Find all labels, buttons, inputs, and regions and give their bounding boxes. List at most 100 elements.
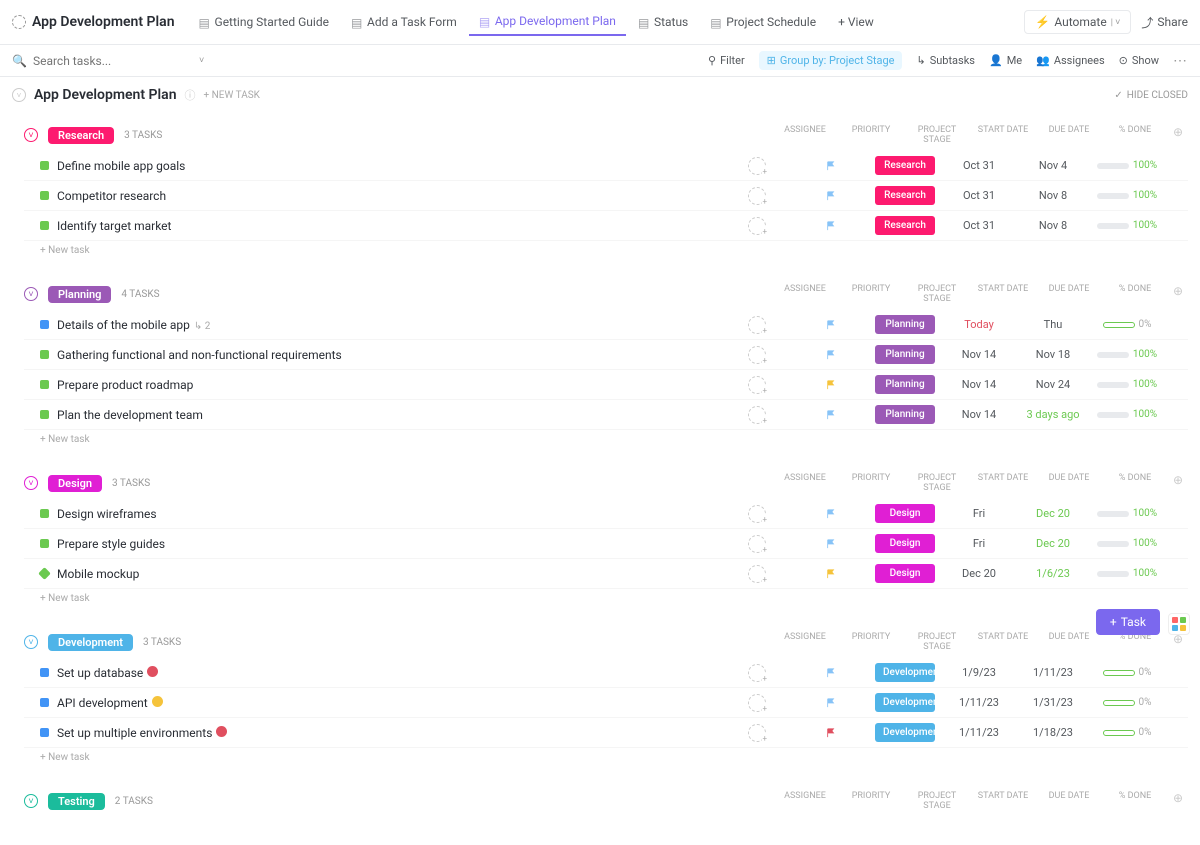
add-column-icon[interactable]: ⊕ (1168, 791, 1188, 811)
avatar-empty-icon[interactable] (748, 316, 766, 334)
start-date[interactable]: 1/9/23 (946, 666, 1012, 679)
start-date[interactable]: Today (946, 318, 1012, 331)
avatar-empty-icon[interactable] (748, 346, 766, 364)
stage-pill[interactable]: Design (48, 475, 102, 492)
avatar-empty-icon[interactable] (748, 505, 766, 523)
priority-cell[interactable] (798, 410, 864, 420)
percent-done[interactable]: 100% (1094, 568, 1160, 579)
assignee-cell[interactable] (724, 664, 790, 682)
show-button[interactable]: ⊙Show (1119, 54, 1159, 67)
status-square[interactable] (40, 728, 49, 737)
percent-done[interactable]: 0% (1094, 319, 1160, 330)
stage-cell[interactable]: Research (872, 186, 938, 205)
task-name[interactable]: Mobile mockup (57, 567, 716, 581)
percent-done[interactable]: 0% (1094, 667, 1160, 678)
add-column-icon[interactable]: ⊕ (1168, 125, 1188, 145)
collapse-caret-icon[interactable]: ˅ (24, 476, 38, 490)
new-task-float-button[interactable]: + Task (1096, 609, 1160, 635)
search-input[interactable] (33, 54, 133, 68)
assignee-cell[interactable] (724, 376, 790, 394)
task-row[interactable]: Set up databaseDevelopment1/9/231/11/230… (24, 658, 1188, 688)
assignee-cell[interactable] (724, 157, 790, 175)
start-date[interactable]: Oct 31 (946, 219, 1012, 232)
more-icon[interactable]: ⋯ (1173, 53, 1188, 69)
status-square[interactable] (38, 567, 51, 580)
task-name[interactable]: Competitor research (57, 189, 716, 203)
task-name[interactable]: Design wireframes (57, 507, 716, 521)
avatar-empty-icon[interactable] (748, 406, 766, 424)
stage-cell[interactable]: Design (872, 564, 938, 583)
task-name[interactable]: Prepare product roadmap (57, 378, 716, 392)
percent-done[interactable]: 100% (1094, 190, 1160, 201)
collapse-caret-icon[interactable]: ˅ (24, 794, 38, 808)
task-row[interactable]: Mobile mockupDesignDec 201/6/23100% (24, 559, 1188, 589)
percent-done[interactable]: 100% (1094, 379, 1160, 390)
status-square[interactable] (40, 161, 49, 170)
group-by-button[interactable]: ⊞Group by: Project Stage (759, 51, 903, 70)
tab--view[interactable]: + View (828, 8, 884, 36)
apps-button[interactable] (1168, 613, 1190, 635)
percent-done[interactable]: 0% (1094, 697, 1160, 708)
start-date[interactable]: 1/11/23 (946, 726, 1012, 739)
task-name[interactable]: Details of the mobile app↳ 2 (57, 318, 716, 332)
priority-cell[interactable] (798, 569, 864, 579)
priority-cell[interactable] (798, 320, 864, 330)
avatar-empty-icon[interactable] (748, 535, 766, 553)
status-square[interactable] (40, 350, 49, 359)
page-new-task[interactable]: + NEW TASK (204, 90, 260, 101)
task-name[interactable]: Define mobile app goals (57, 159, 716, 173)
task-row[interactable]: Define mobile app goalsResearchOct 31Nov… (24, 151, 1188, 181)
assignee-cell[interactable] (724, 346, 790, 364)
status-square[interactable] (40, 221, 49, 230)
task-row[interactable]: Prepare product roadmapPlanningNov 14Nov… (24, 370, 1188, 400)
priority-cell[interactable] (798, 668, 864, 678)
new-task-link[interactable]: + New task (40, 589, 1188, 608)
start-date[interactable]: Nov 14 (946, 378, 1012, 391)
task-row[interactable]: API developmentDevelopment1/11/231/31/23… (24, 688, 1188, 718)
hide-closed-toggle[interactable]: ✓ HIDE CLOSED (1114, 90, 1188, 101)
avatar-empty-icon[interactable] (748, 664, 766, 682)
percent-done[interactable]: 100% (1094, 349, 1160, 360)
add-column-icon[interactable]: ⊕ (1168, 473, 1188, 493)
filter-button[interactable]: ⚲Filter (708, 54, 745, 67)
task-row[interactable]: Plan the development teamPlanningNov 143… (24, 400, 1188, 430)
avatar-empty-icon[interactable] (748, 187, 766, 205)
priority-cell[interactable] (798, 539, 864, 549)
start-date[interactable]: Oct 31 (946, 189, 1012, 202)
status-square[interactable] (40, 698, 49, 707)
due-date[interactable]: 1/31/23 (1020, 696, 1086, 709)
priority-cell[interactable] (798, 698, 864, 708)
task-row[interactable]: Identify target marketResearchOct 31Nov … (24, 211, 1188, 241)
status-square[interactable] (40, 380, 49, 389)
start-date[interactable]: Nov 14 (946, 408, 1012, 421)
stage-pill[interactable]: Planning (48, 286, 111, 303)
stage-cell[interactable]: Planning (872, 405, 938, 424)
stage-cell[interactable]: Design (872, 504, 938, 523)
assignee-cell[interactable] (724, 406, 790, 424)
due-date[interactable]: 1/18/23 (1020, 726, 1086, 739)
automate-button[interactable]: ⚡ Automate | ˅ (1024, 10, 1131, 34)
start-date[interactable]: Oct 31 (946, 159, 1012, 172)
start-date[interactable]: Fri (946, 507, 1012, 520)
collapse-caret-icon[interactable]: ˅ (24, 128, 38, 142)
task-name[interactable]: Gathering functional and non-functional … (57, 348, 716, 362)
stage-cell[interactable]: Research (872, 216, 938, 235)
stage-cell[interactable]: Planning (872, 315, 938, 334)
assignee-cell[interactable] (724, 565, 790, 583)
tab-add-a-task-form[interactable]: ▤Add a Task Form (341, 8, 467, 36)
info-icon[interactable]: ⓘ (185, 87, 196, 103)
task-row[interactable]: Details of the mobile app↳ 2 Planning Toda… (24, 310, 1188, 340)
avatar-empty-icon[interactable] (748, 694, 766, 712)
new-task-link[interactable]: + New task (40, 748, 1188, 767)
tab-getting-started-guide[interactable]: ▤Getting Started Guide (189, 8, 339, 36)
stage-cell[interactable]: Development (872, 723, 938, 742)
add-column-icon[interactable]: ⊕ (1168, 632, 1188, 652)
start-date[interactable]: Fri (946, 537, 1012, 550)
stage-cell[interactable]: Planning (872, 345, 938, 364)
percent-done[interactable]: 100% (1094, 160, 1160, 171)
collapse-icon[interactable]: ˅ (12, 88, 26, 102)
avatar-empty-icon[interactable] (748, 724, 766, 742)
start-date[interactable]: Dec 20 (946, 567, 1012, 580)
priority-cell[interactable] (798, 191, 864, 201)
status-square[interactable] (40, 668, 49, 677)
